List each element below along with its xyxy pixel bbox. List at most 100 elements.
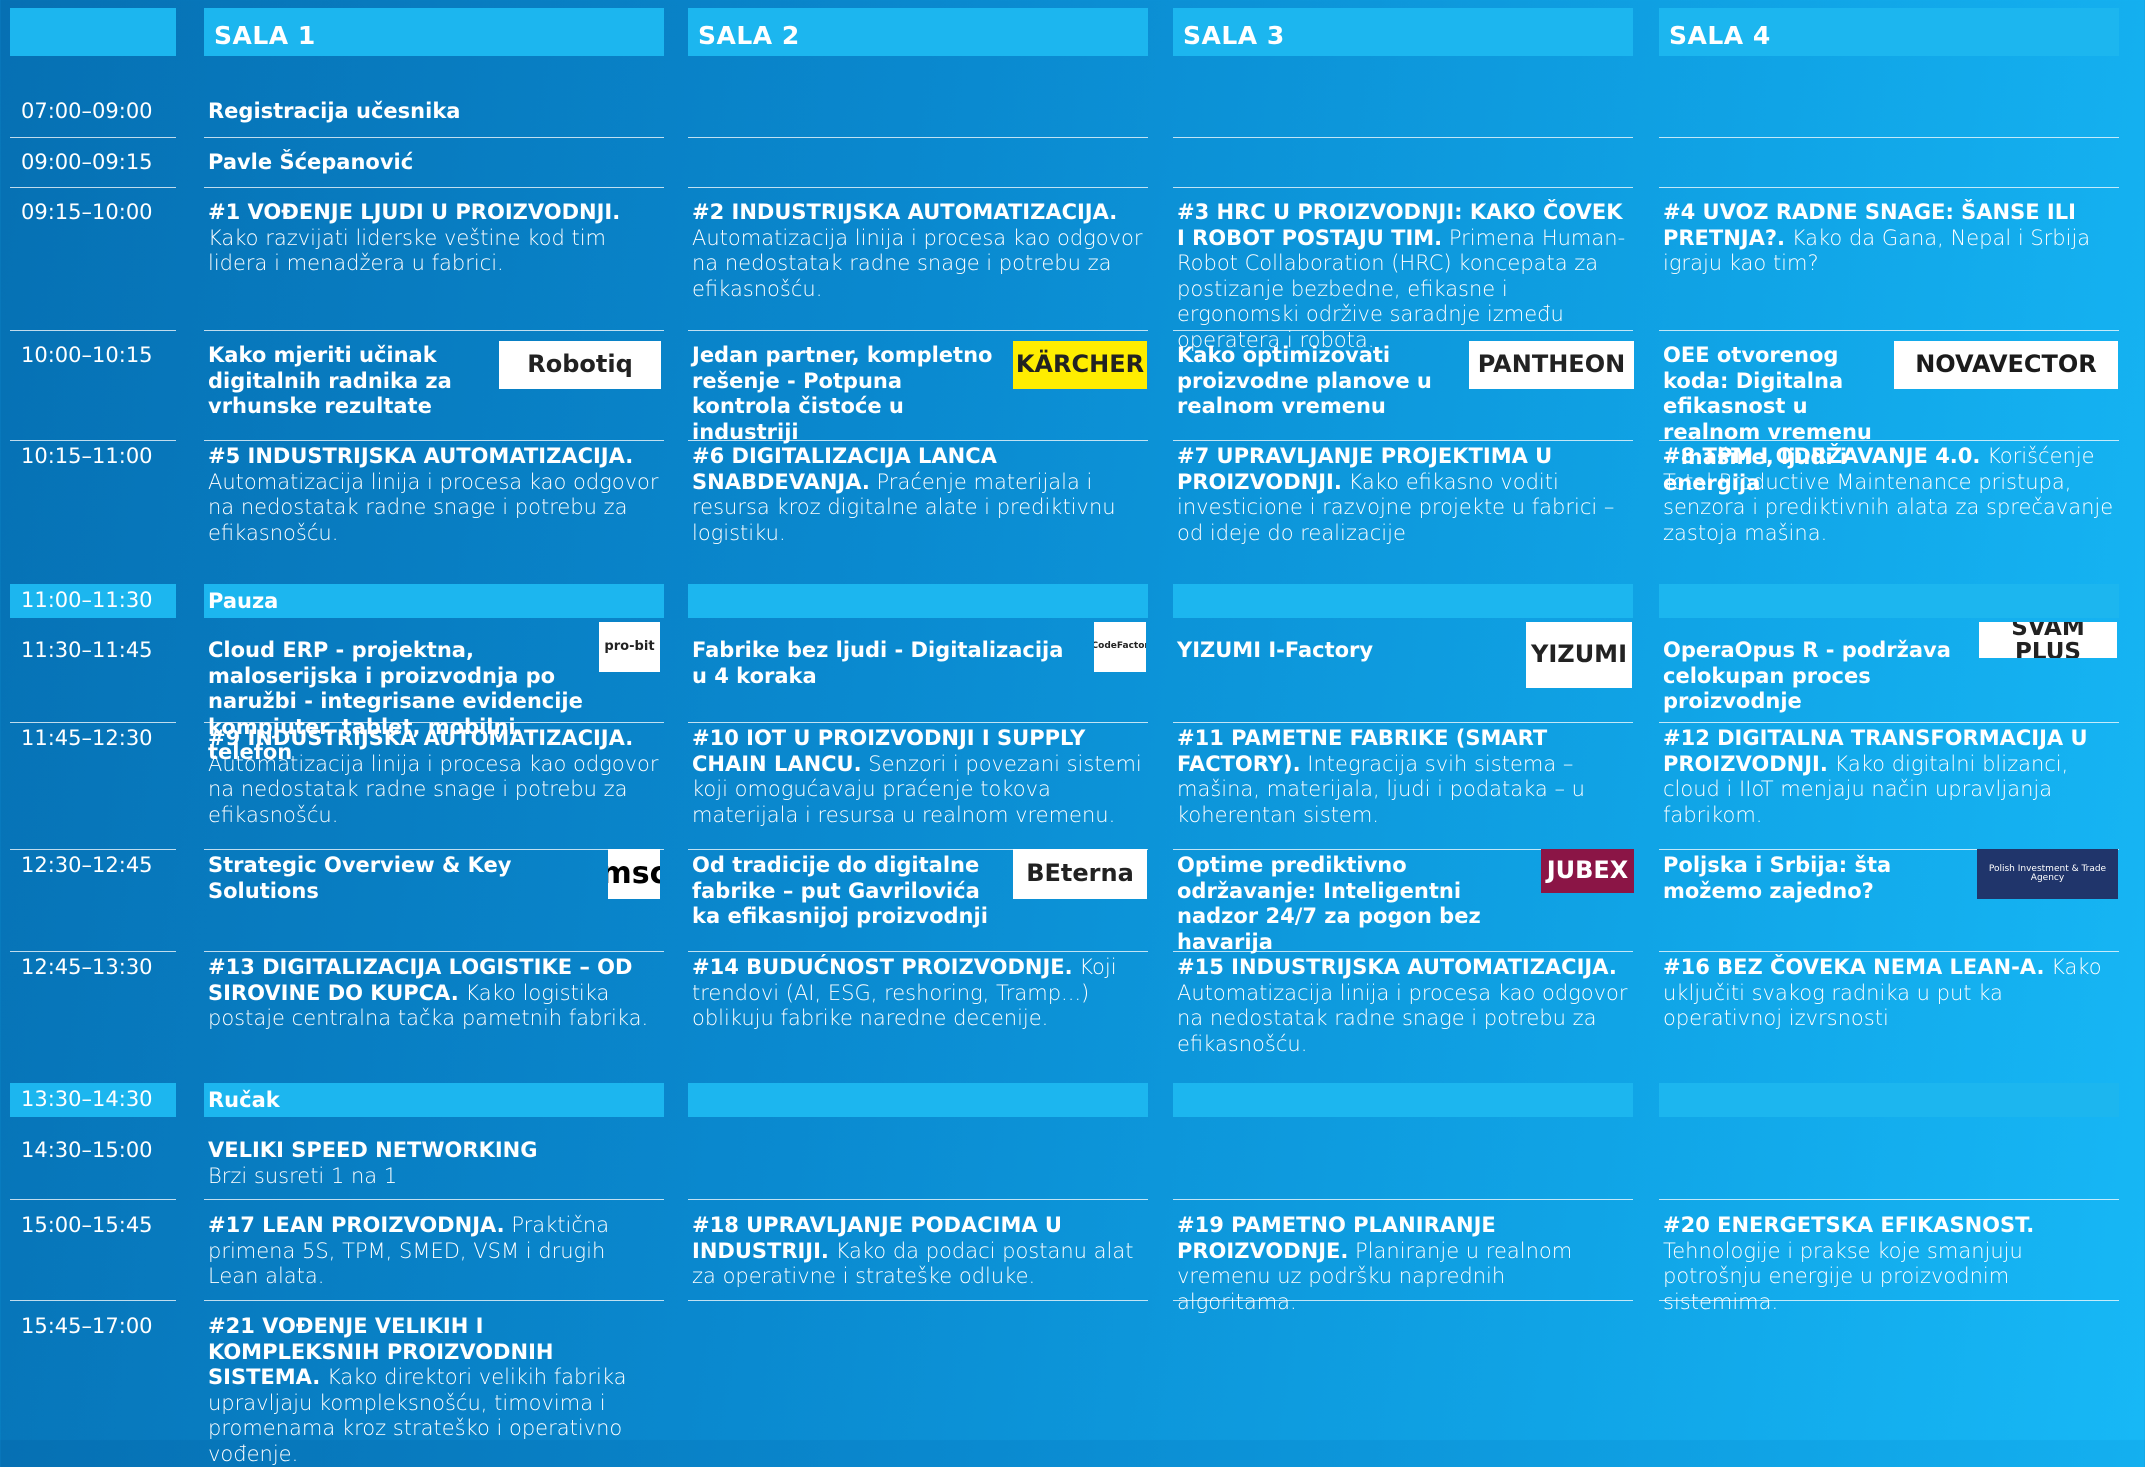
session-title: #17 LEAN PROIZVODNJA. xyxy=(208,1213,505,1237)
session-cell: Jedan partner, kompletno rešenje - Potpu… xyxy=(688,339,1007,445)
row-divider xyxy=(688,1300,1148,1301)
session-description: Automatizacija linija i procesa kao odgo… xyxy=(208,469,659,545)
time-slot: 10:00–10:15 xyxy=(21,343,153,367)
plenary-item: Registracija učesnika xyxy=(204,95,664,125)
session-cell: #2 INDUSTRIJSKA AUTOMATIZACIJA. Automati… xyxy=(688,196,1148,302)
session-title: Fabrike bez ljudi - Digitalizacija u 4 k… xyxy=(692,638,1064,688)
row-divider xyxy=(204,330,664,331)
plenary-title: Registracija učesnika xyxy=(208,99,461,123)
row-divider xyxy=(204,1199,664,1200)
session-title: #5 INDUSTRIJSKA AUTOMATIZACIJA. xyxy=(208,444,634,468)
session-cell: #20 ENERGETSKA EFIKASNOST. Tehnologije i… xyxy=(1659,1209,2119,1315)
session-cell: #15 INDUSTRIJSKA AUTOMATIZACIJA. Automat… xyxy=(1173,951,1633,1057)
break-bar xyxy=(1659,1083,2119,1117)
session-title: VELIKI SPEED NETWORKING xyxy=(208,1138,538,1162)
time-slot: 09:15–10:00 xyxy=(21,200,153,224)
session-description: Kako razvijati liderske veštine kod tim … xyxy=(208,225,606,276)
session-description: Automatizacija linija i procesa kao odgo… xyxy=(1177,980,1628,1056)
session-title: Optime prediktivno održavanje: Inteligen… xyxy=(1177,853,1481,954)
row-divider xyxy=(1659,187,2119,188)
session-title: Strategic Overview & Key Solutions xyxy=(208,853,512,903)
time-slot: 15:00–15:45 xyxy=(21,1213,153,1237)
sponsor-logo: pro-bit xyxy=(599,622,660,672)
session-cell: #19 PAMETNO PLANIRANJE PROIZVODNJE. Plan… xyxy=(1173,1209,1633,1315)
session-cell: VELIKI SPEED NETWORKING Brzi susreti 1 na… xyxy=(204,1134,664,1189)
room-header-3: SALA 3 xyxy=(1173,8,1633,56)
session-title: #8 TPM I ODRŽAVANJE 4.0. xyxy=(1663,444,1981,468)
time-slot: 11:30–11:45 xyxy=(21,638,153,662)
plenary-title: Pavle Šćepanović xyxy=(208,150,414,174)
session-title: #15 INDUSTRIJSKA AUTOMATIZACIJA. xyxy=(1177,955,1617,979)
time-slot: 07:00–09:00 xyxy=(21,99,153,123)
time-slot: 10:15–11:00 xyxy=(21,444,153,468)
session-cell: #4 UVOZ RADNE SNAGE: ŠANSE ILI PRETNJA?.… xyxy=(1659,196,2119,277)
sponsor-logo: YIZUMI xyxy=(1526,622,1632,688)
row-divider xyxy=(204,1300,664,1301)
row-divider xyxy=(688,1199,1148,1200)
row-divider xyxy=(1659,1199,2119,1200)
time-divider xyxy=(10,1300,176,1301)
time-slot: 12:45–13:30 xyxy=(21,955,153,979)
session-cell: Fabrike bez ljudi - Digitalizacija u 4 k… xyxy=(688,634,1088,689)
row-divider xyxy=(1173,137,1633,138)
session-cell: #9 INDUSTRIJSKA AUTOMATIZACIJA. Automati… xyxy=(204,722,664,828)
break-bar xyxy=(1173,1083,1633,1117)
session-cell: #14 BUDUĆNOST PROIZVODNJE. Koji trendovi… xyxy=(688,951,1148,1032)
row-divider xyxy=(688,137,1148,138)
break-bar xyxy=(1173,584,1633,618)
time-slot: 11:00–11:30 xyxy=(10,584,176,618)
session-description: Automatizacija linija i procesa kao odgo… xyxy=(208,751,659,827)
session-cell: #12 DIGITALNA TRANSFORMACIJA U PROIZVODN… xyxy=(1659,722,2119,828)
session-cell: Od tradicije do digitalne fabrike – put … xyxy=(688,849,1007,930)
row-divider xyxy=(204,187,664,188)
time-divider xyxy=(10,137,176,138)
time-slot: 09:00–09:15 xyxy=(21,150,153,174)
session-title: #1 VOĐENJE LJUDI U PROIZVODNJI. xyxy=(208,200,621,224)
session-title: Od tradicije do digitalne fabrike – put … xyxy=(692,853,988,928)
sponsor-logo: NOVAVECTOR xyxy=(1894,341,2118,389)
session-cell: #16 BEZ ČOVEKA NEMA LEAN-A. Kako uključi… xyxy=(1659,951,2119,1032)
session-cell: Optime prediktivno održavanje: Inteligen… xyxy=(1173,849,1535,955)
session-title: #20 ENERGETSKA EFIKASNOST. xyxy=(1663,1213,2035,1237)
break-bar xyxy=(688,584,1148,618)
session-description: Brzi susreti 1 na 1 xyxy=(208,1163,398,1188)
row-divider xyxy=(1659,330,2119,331)
session-cell: Strategic Overview & Key Solutions xyxy=(204,849,602,904)
sponsor-logo: msc xyxy=(608,849,660,899)
room-header-4: SALA 4 xyxy=(1659,8,2119,56)
row-divider xyxy=(688,187,1148,188)
header-spacer xyxy=(10,8,176,56)
sponsor-logo: PANTHEON xyxy=(1469,341,1634,389)
row-divider xyxy=(688,330,1148,331)
session-cell: #13 DIGITALIZACIJA LOGISTIKE – OD SIROVI… xyxy=(204,951,664,1032)
session-title: Kako optimizovati proizvodne planove u r… xyxy=(1177,343,1432,418)
session-cell: #10 IOT U PROIZVODNJI I SUPPLY CHAIN LAN… xyxy=(688,722,1148,828)
session-title: #9 INDUSTRIJSKA AUTOMATIZACIJA. xyxy=(208,726,634,750)
session-cell: #21 VOĐENJE VELIKIH I KOMPLEKSNIH PROIZV… xyxy=(204,1310,664,1467)
session-cell: #5 INDUSTRIJSKA AUTOMATIZACIJA. Automati… xyxy=(204,440,664,546)
session-title: Poljska i Srbija: šta možemo zajedno? xyxy=(1663,853,1892,903)
time-slot: 15:45–17:00 xyxy=(21,1314,153,1338)
session-cell: Kako optimizovati proizvodne planove u r… xyxy=(1173,339,1463,420)
row-divider xyxy=(1173,187,1633,188)
session-title: #2 INDUSTRIJSKA AUTOMATIZACIJA. xyxy=(692,200,1118,224)
session-cell: #17 LEAN PROIZVODNJA. Praktična primena … xyxy=(204,1209,664,1290)
session-title: OperaOpus R - podržava celokupan proces … xyxy=(1663,638,1951,713)
time-slot: 14:30–15:00 xyxy=(21,1138,153,1162)
sponsor-logo: BEterna xyxy=(1013,849,1147,899)
session-cell: #7 UPRAVLJANJE PROJEKTIMA U PROIZVODNJI.… xyxy=(1173,440,1633,546)
session-cell: #3 HRC U PROIZVODNJI: KAKO ČOVEK I ROBOT… xyxy=(1173,196,1633,353)
row-divider xyxy=(204,137,664,138)
session-cell: Poljska i Srbija: šta možemo zajedno? xyxy=(1659,849,1971,904)
row-divider xyxy=(1173,1199,1633,1200)
session-title: Jedan partner, kompletno rešenje - Potpu… xyxy=(692,343,993,444)
sponsor-logo: JUBEX xyxy=(1541,849,1634,893)
sponsor-logo: KÄRCHER xyxy=(1013,341,1147,389)
session-title: Kako mjeriti učinak digitalnih radnika z… xyxy=(208,343,452,418)
sponsor-logo: 5CodeFactory xyxy=(1094,622,1146,672)
session-title: YIZUMI I-Factory xyxy=(1177,638,1374,662)
break-label: Ručak xyxy=(208,1088,280,1112)
session-description: Tehnologije i prakse koje smanjuju potro… xyxy=(1663,1238,2023,1314)
schedule-grid: SALA 1 SALA 2 SALA 3 SALA 4 07:00–09:00 Regis… xyxy=(0,0,2145,1466)
session-cell: #6 DIGITALIZACIJA LANCA SNABDEVANJA. Pra… xyxy=(688,440,1148,546)
